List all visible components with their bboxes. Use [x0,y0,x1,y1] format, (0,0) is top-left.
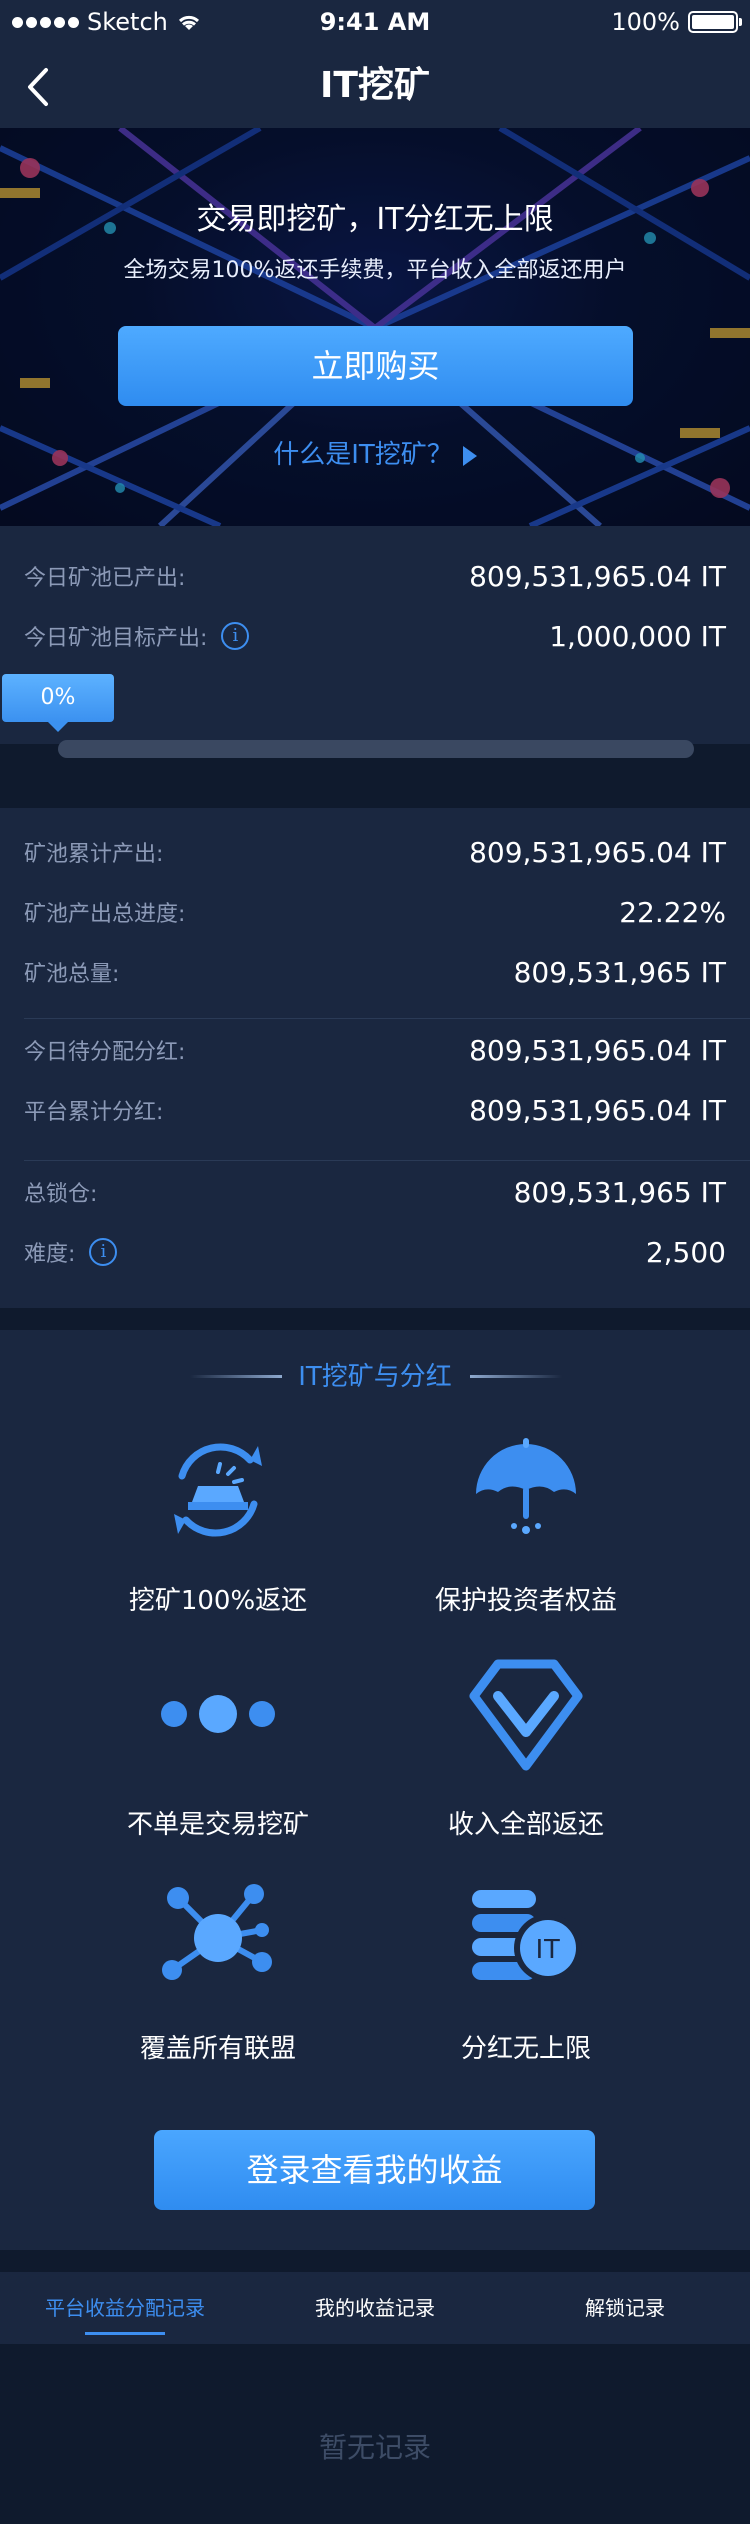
pool-cumulative-value: 809,531,965.04 IT [469,835,726,869]
buy-now-button[interactable]: 立即购买 [118,326,633,406]
login-view-earnings-button[interactable]: 登录查看我的收益 [154,2130,595,2210]
today-produced-label: 今日矿池已产出: [24,566,186,591]
battery-icon [688,11,742,33]
status-bar: Sketch 9:41 AM 100% [0,0,750,44]
feature-label: 覆盖所有联盟 [139,2034,296,2064]
mining-return-icon [174,1443,262,1537]
pool-cumulative-row: 矿池累计产出: 809,531,965.04 IT [24,832,726,872]
coin-it-text: IT [536,1933,561,1964]
today-target-row: 今日矿池目标产出: i 1,000,000 IT [24,616,726,656]
divider [24,1018,750,1019]
records-tabs: 平台收益分配记录 我的收益记录 解锁记录 [0,2272,750,2344]
dots-icon [161,1695,275,1733]
pool-total-row: 矿池总量: 809,531,965 IT [24,952,726,992]
divider [24,1160,750,1161]
platform-dividend-label: 平台累计分红: [24,1100,164,1125]
diamond-icon [469,1659,583,1771]
today-stats-card: 今日矿池已产出: 809,531,965.04 IT 今日矿池目标产出: i 1… [0,526,750,758]
pool-stats-card: 矿池累计产出: 809,531,965.04 IT 矿池产出总进度: 22.22… [0,808,750,1308]
status-right: 100% [611,8,742,36]
section-title: IT挖矿与分红 [298,1362,452,1392]
difficulty-label-wrap: 难度: i [24,1236,118,1268]
umbrella-icon [476,1438,576,1534]
pool-total-label: 矿池总量: [24,962,120,987]
battery-percent: 100% [611,8,680,36]
progress-bar [58,740,694,758]
progress-tag: 0% [2,674,114,732]
today-dividend-label: 今日待分配分红: [24,1040,186,1065]
pool-progress-label: 矿池产出总进度: [24,902,186,927]
locked-label: 总锁仓: [24,1182,98,1207]
what-is-it-mining-link[interactable]: 什么是IT挖矿？ [0,434,750,471]
feature-unlimited-dividend: IT 分红无上限 [376,1878,676,2064]
today-target-value: 1,000,000 IT [549,619,726,653]
feature-label: 不单是交易挖矿 [126,1810,309,1840]
feature-label: 收入全部返还 [447,1810,604,1840]
feature-label: 保护投资者权益 [434,1586,617,1616]
difficulty-label: 难度: [24,1242,76,1267]
difficulty-row: 难度: i 2,500 [24,1232,726,1272]
active-tab-indicator [85,2332,165,2335]
pool-progress-value: 22.22% [619,895,726,929]
tab-unlock-records[interactable]: 解锁记录 [560,2272,690,2344]
banner: 交易即挖矿，IT分红无上限 全场交易100%返还手续费，平台收入全部返还用户 立… [0,128,750,526]
feature-label: 分红无上限 [460,2034,591,2064]
today-target-label-wrap: 今日矿池目标产出: i [24,620,250,652]
nav-bar: IT挖矿 [0,44,750,128]
platform-dividend-value: 809,531,965.04 IT [469,1093,726,1127]
banner-title: 交易即挖矿，IT分红无上限 [196,202,554,237]
tab-my-earnings[interactable]: 我的收益记录 [290,2272,460,2344]
empty-state-text: 暂无记录 [318,2431,431,2464]
today-target-label: 今日矿池目标产出: [24,626,208,651]
pool-progress-row: 矿池产出总进度: 22.22% [24,892,726,932]
feature-not-only-trading: 不单是交易挖矿 [68,1654,368,1840]
what-link-label: 什么是IT挖矿？ [273,440,453,470]
today-dividend-value: 809,531,965.04 IT [469,1033,726,1067]
info-icon[interactable]: i [89,1238,118,1266]
today-dividend-row: 今日待分配分红: 809,531,965.04 IT [24,1030,726,1070]
pool-total-value: 809,531,965 IT [513,955,726,989]
locked-value: 809,531,965 IT [513,1175,726,1209]
play-arrow-icon [462,445,477,466]
feature-label: 挖矿100%返还 [128,1586,308,1616]
info-icon[interactable]: i [221,622,250,650]
platform-dividend-row: 平台累计分红: 809,531,965.04 IT [24,1090,726,1130]
features-section: IT挖矿与分红 挖矿100%返还 保护投资者权益 不单是交易挖矿 收入全部返还 … [0,1330,750,2250]
records-list: 暂无记录 [0,2344,750,2524]
page-title: IT挖矿 [320,65,430,106]
feature-protect-investors: 保护投资者权益 [376,1430,676,1616]
network-icon [162,1884,272,1980]
locked-row: 总锁仓: 809,531,965 IT [24,1172,726,1212]
section-title-line-right [470,1375,562,1378]
feature-income-return: 收入全部返还 [376,1654,676,1840]
banner-subtitle: 全场交易100%返还手续费，平台收入全部返还用户 [123,258,627,283]
pool-cumulative-label: 矿池累计产出: [24,842,164,867]
coins-it-icon: IT [472,1890,582,1982]
today-produced-value: 809,531,965.04 IT [469,559,726,593]
feature-mining-return: 挖矿100%返还 [68,1430,368,1616]
today-produced-row: 今日矿池已产出: 809,531,965.04 IT [24,556,726,596]
feature-all-alliances: 覆盖所有联盟 [68,1878,368,2064]
difficulty-value: 2,500 [645,1235,726,1269]
